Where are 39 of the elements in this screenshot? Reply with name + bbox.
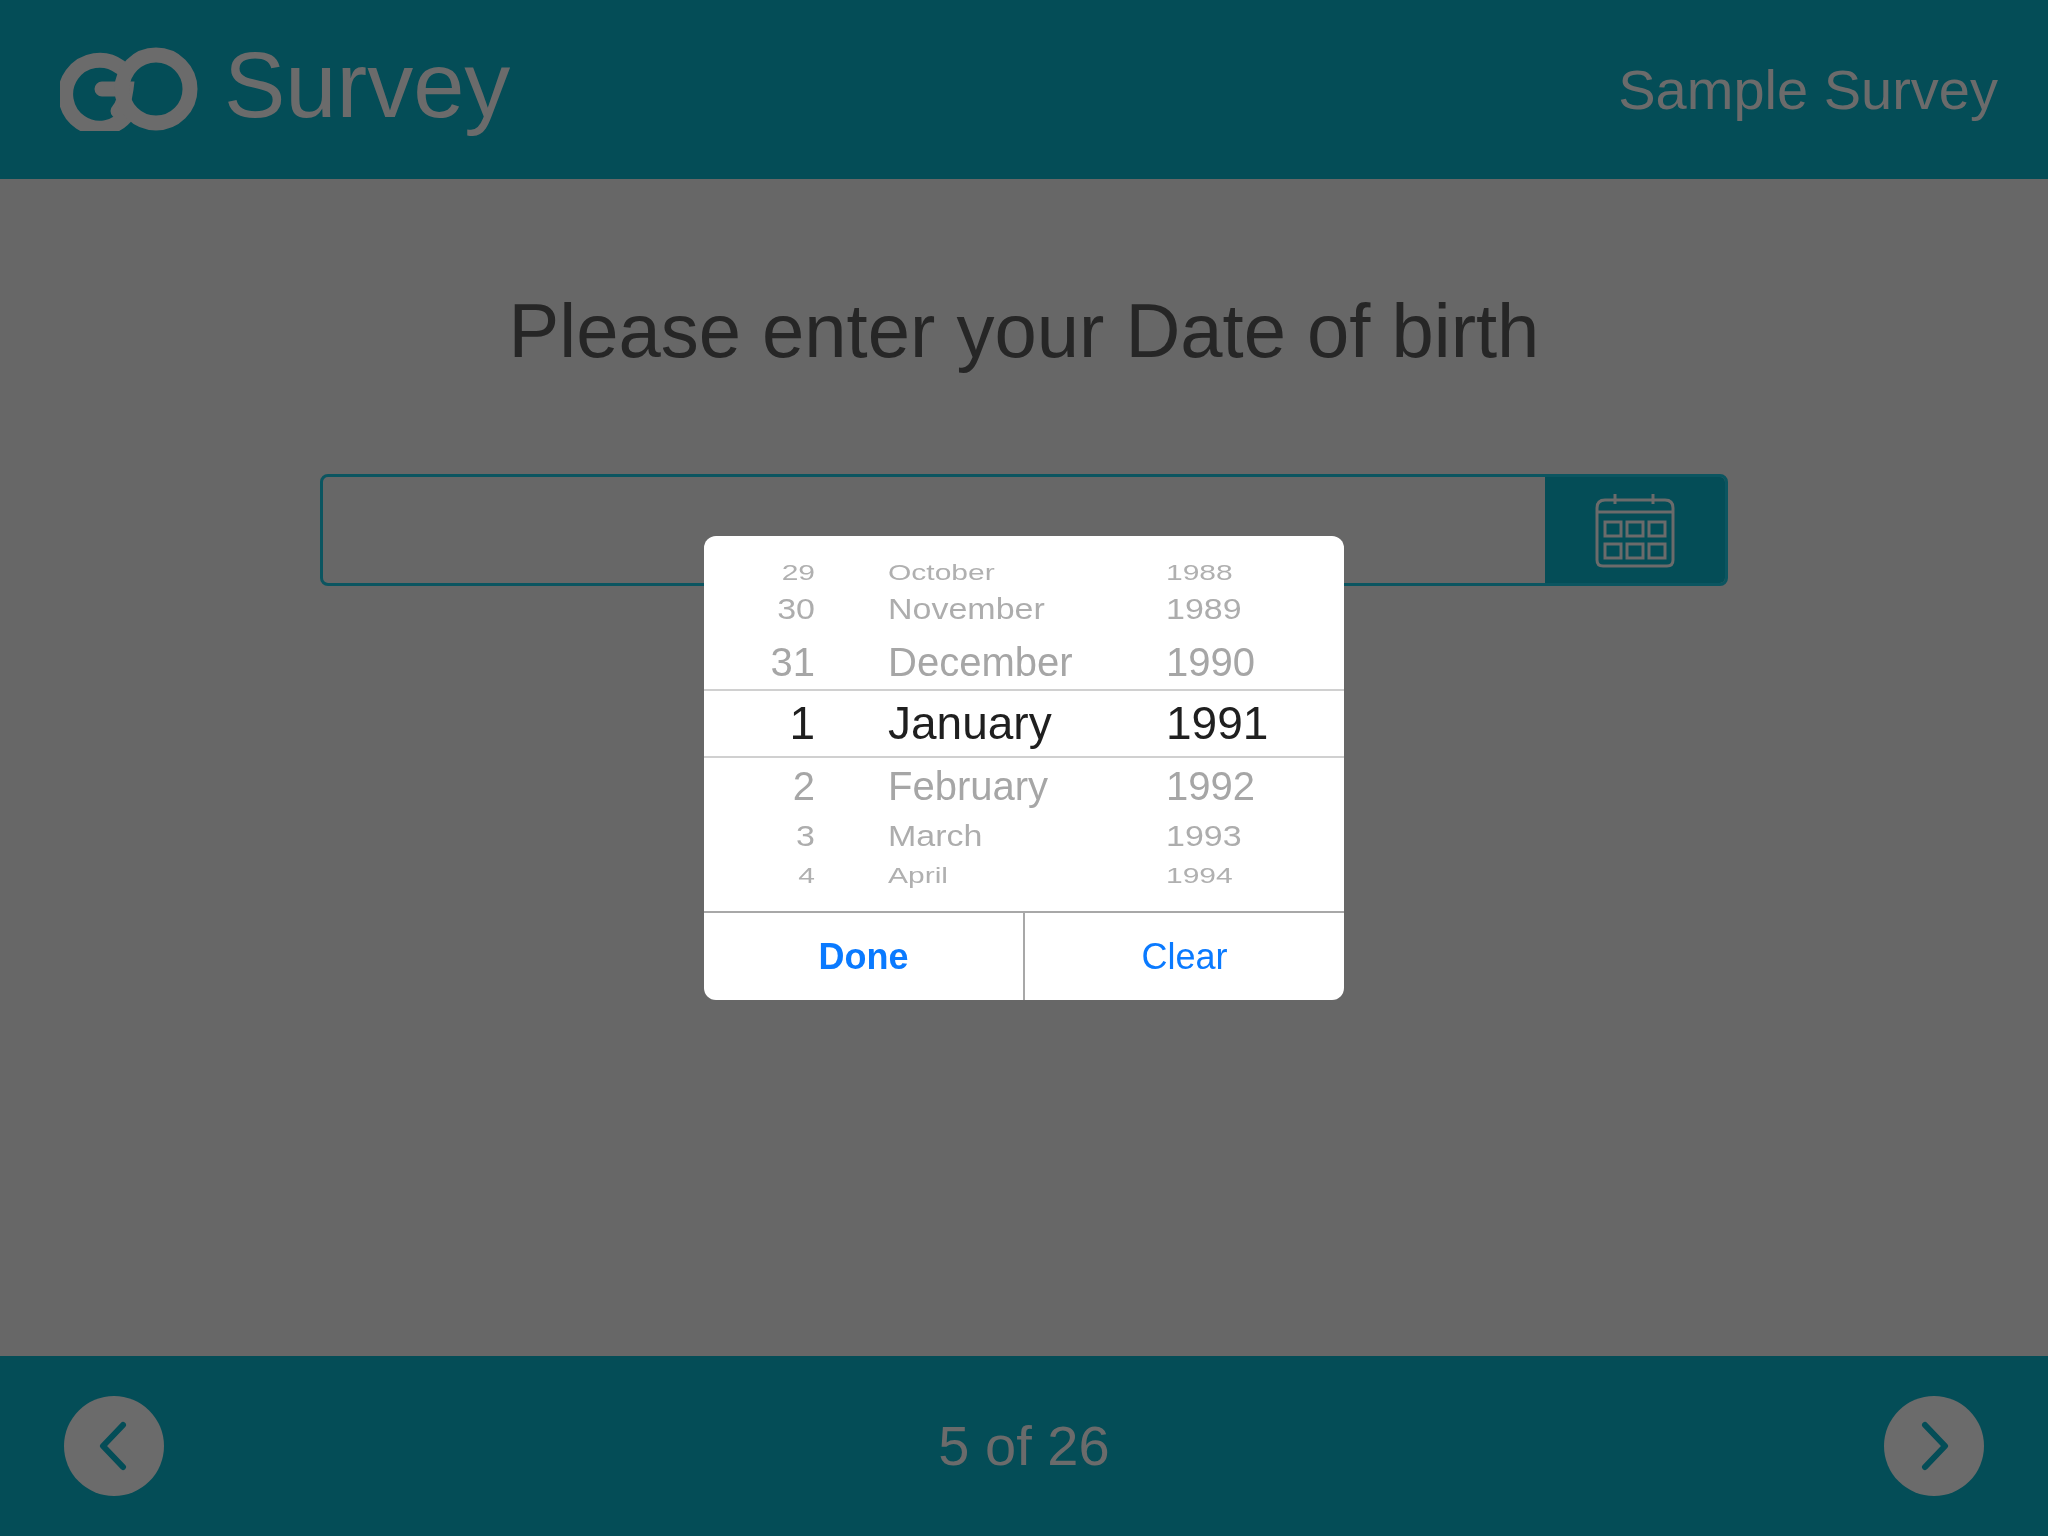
picker-row[interactable]: 2 February 1992 <box>704 758 1344 813</box>
picker-row[interactable]: 31 December 1990 <box>704 634 1344 689</box>
picker-day: 30 <box>704 593 815 627</box>
picker-year: 1993 <box>1166 820 1243 854</box>
picker-month: February <box>888 762 1050 809</box>
picker-day: 31 <box>704 638 815 685</box>
picker-row[interactable]: 4 April 1994 <box>704 861 1344 889</box>
picker-row[interactable]: 30 November 1989 <box>704 586 1344 634</box>
picker-day: 29 <box>704 559 815 585</box>
chevron-left-icon <box>99 1421 129 1471</box>
picker-day: 3 <box>704 820 815 854</box>
calendar-icon <box>1595 492 1675 569</box>
progress-text: 5 of 26 <box>938 1413 1110 1479</box>
logo-text: Survey <box>224 33 511 139</box>
picker-month: April <box>888 862 949 888</box>
logo-icon <box>60 47 198 132</box>
picker-month: November <box>888 593 1046 627</box>
picker-month: December <box>888 638 1074 685</box>
picker-month: March <box>888 820 984 854</box>
picker-day: 1 <box>704 697 815 750</box>
dialog-button[interactable]: Clear <box>1023 913 1344 1000</box>
picker-row[interactable]: 3 March 1993 <box>704 813 1344 861</box>
picker-day: 2 <box>704 762 815 809</box>
picker-month: October <box>888 559 996 585</box>
picker-year: 1990 <box>1166 638 1256 685</box>
survey-name: Sample Survey <box>1618 56 1998 123</box>
picker-row[interactable]: 1 January 1991 <box>704 689 1344 758</box>
picker-year: 1992 <box>1166 762 1256 809</box>
picker-month: January <box>888 697 1053 750</box>
picker-row[interactable]: 29 October 1988 <box>704 558 1344 586</box>
picker-year: 1989 <box>1166 593 1243 627</box>
question-title: Please enter your Date of birth <box>508 287 1540 375</box>
picker-year: 1994 <box>1166 862 1234 888</box>
picker-day: 4 <box>704 862 815 888</box>
chevron-right-icon <box>1919 1421 1949 1471</box>
dialog-button[interactable]: Done <box>704 913 1023 1000</box>
picker-year: 1991 <box>1166 697 1270 750</box>
picker-year: 1988 <box>1166 559 1234 585</box>
calendar-button[interactable] <box>1545 477 1725 584</box>
